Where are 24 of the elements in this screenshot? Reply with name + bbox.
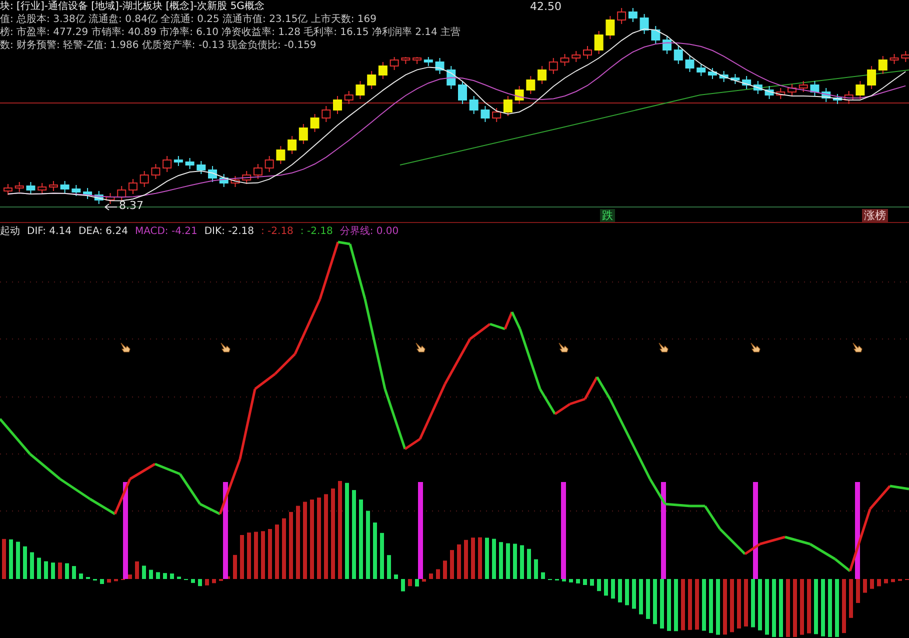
signal-tag: 跌 <box>600 209 615 222</box>
pointing-hand-icon <box>657 341 669 353</box>
pointing-hand-icon <box>414 341 426 353</box>
left-arrow-icon <box>104 203 118 211</box>
pointing-hand-icon <box>119 341 131 353</box>
pointing-hand-icon <box>557 341 569 353</box>
high-price-label: 42.50 <box>530 0 562 13</box>
indicator-value: : -2.18 <box>300 226 333 236</box>
stock-info-text: 数: 财务预警: 轻警-Z值: 1.986 优质资产率: -0.13 现金负债比: -0.159 <box>0 39 318 52</box>
stock-info-text: 榜: 市盈率: 477.29 市销率: 40.89 市净率: 6.10 净资收益率: 1.28 毛利率: 16.15 净利润率 2.14 主营 <box>0 26 461 39</box>
indicator-value: DIK: -2.18 <box>204 226 254 236</box>
indicator-value: DEA: 6.24 <box>78 226 128 236</box>
indicator-value: : -2.18 <box>261 226 294 236</box>
low-price-label: 8.37 <box>119 199 144 212</box>
stock-info-text: 值: 总股本: 3.38亿 流通盘: 0.84亿 全流通: 0.25 流通市值: 23.15亿 上市天数: 169 <box>0 13 378 26</box>
stock-info-text: 块: [行业]-通信设备 [地域]-湖北板块 [概念]-次新股 5G概念 <box>0 0 266 13</box>
indicator-value: DIF: 4.14 <box>27 226 72 236</box>
indicator-value: MACD: -4.21 <box>134 226 198 236</box>
pointing-hand-icon <box>851 341 863 353</box>
signal-tag: 涨榜 <box>862 209 888 222</box>
indicator-value: 分界线: 0.00 <box>340 224 399 238</box>
indicator-name: 起动 <box>0 224 20 238</box>
pointing-hand-icon <box>749 341 761 353</box>
pointing-hand-icon <box>219 341 231 353</box>
